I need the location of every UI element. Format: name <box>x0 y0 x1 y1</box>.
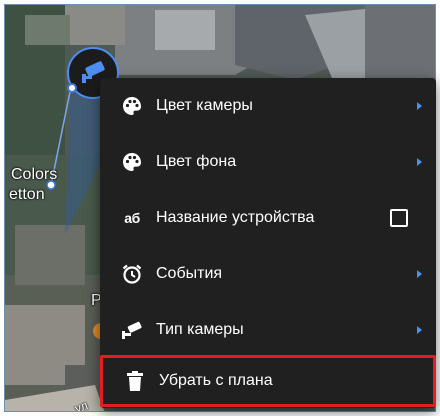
menu-item-camera-type[interactable]: Тип камеры <box>100 302 436 358</box>
text-ab-icon: аб <box>124 210 140 226</box>
context-menu: Цвет камеры Цвет фона аб Название устрой… <box>100 78 436 408</box>
menu-item-events[interactable]: События <box>100 246 436 302</box>
alarm-clock-icon <box>120 262 144 286</box>
menu-item-camera-color[interactable]: Цвет камеры <box>100 78 436 134</box>
palette-icon <box>120 94 144 118</box>
menu-item-label: Тип камеры <box>156 321 244 338</box>
menu-item-label: Название устройства <box>156 209 315 226</box>
menu-item-background-color[interactable]: Цвет фона <box>100 134 436 190</box>
security-camera-icon <box>120 318 144 342</box>
device-name-checkbox[interactable] <box>390 209 408 227</box>
palette-icon <box>120 150 144 174</box>
camera-rotation-handle[interactable] <box>67 83 77 93</box>
chevron-right-icon <box>417 326 422 334</box>
menu-item-label: Цвет фона <box>156 153 237 170</box>
menu-item-label: Убрать с плана <box>159 372 273 389</box>
map-label-etton: etton <box>9 186 45 203</box>
map-label-colors: Colors <box>11 166 58 183</box>
menu-item-remove-from-plan[interactable]: Убрать с плана <box>100 355 436 407</box>
chevron-right-icon <box>417 102 422 110</box>
menu-item-label: Цвет камеры <box>156 97 253 114</box>
menu-item-device-name[interactable]: аб Название устройства <box>100 190 436 246</box>
chevron-right-icon <box>417 158 422 166</box>
chevron-right-icon <box>417 270 422 278</box>
trash-icon <box>123 369 147 393</box>
menu-item-label: События <box>156 265 223 282</box>
